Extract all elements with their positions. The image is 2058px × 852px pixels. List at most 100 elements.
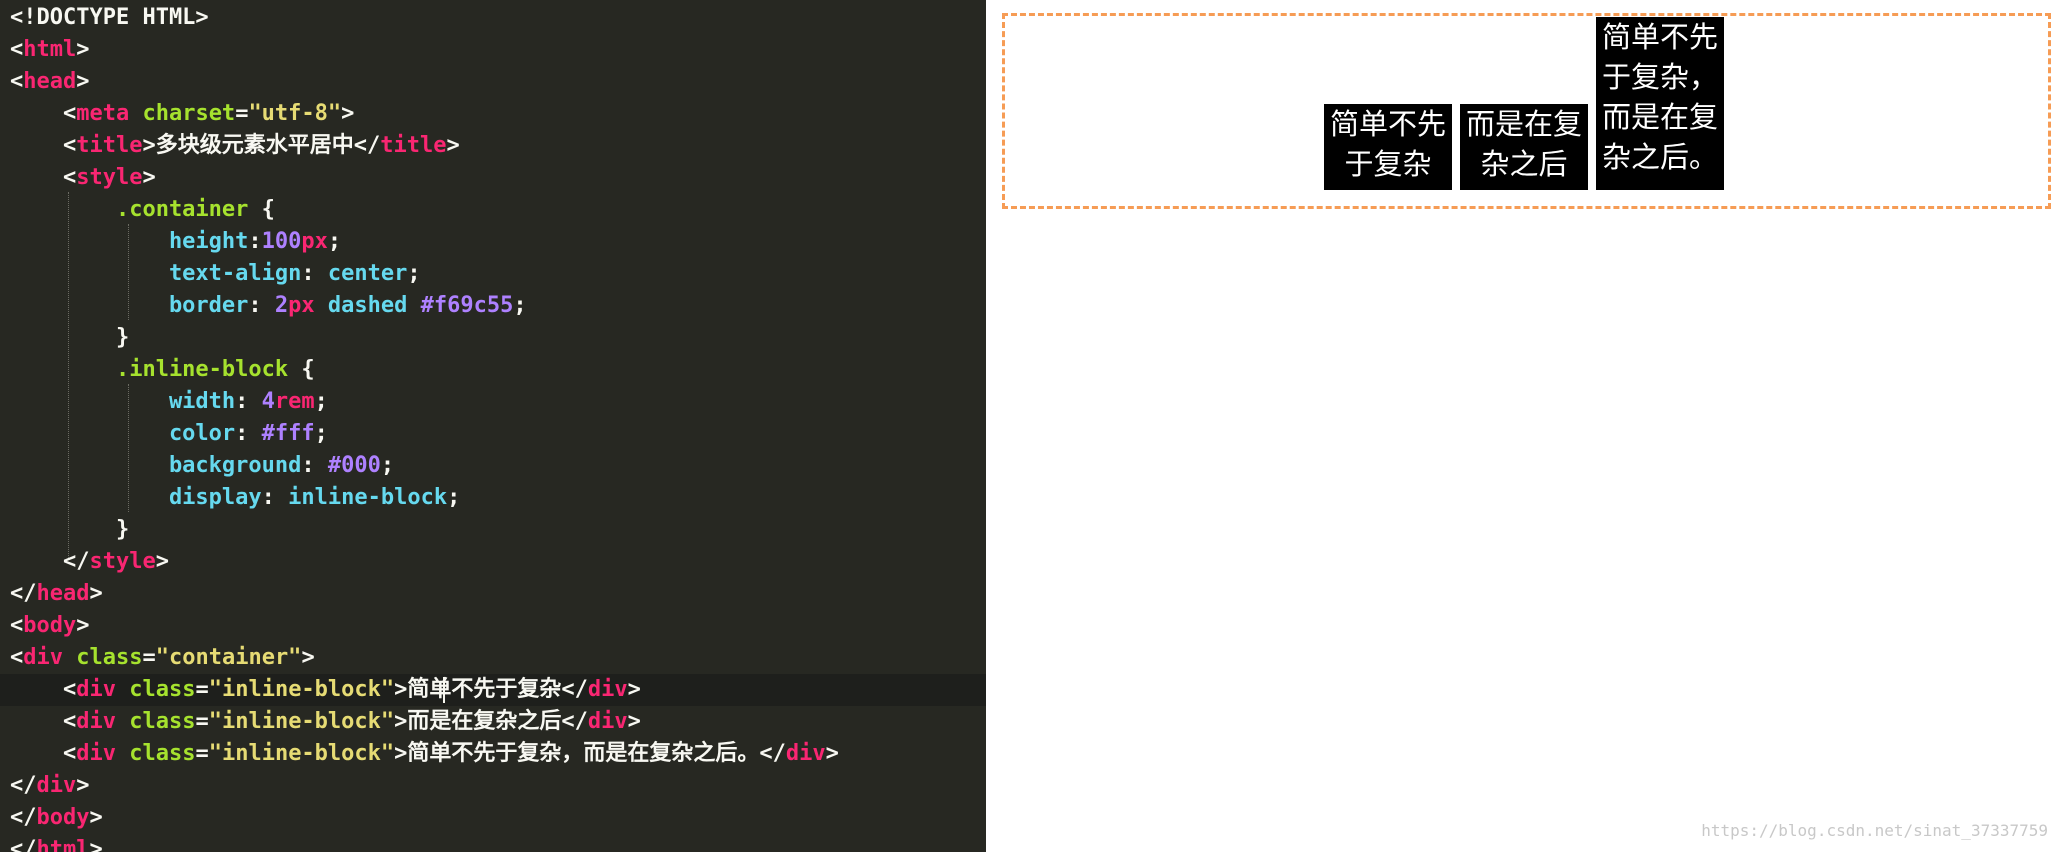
code-line[interactable]: <title>多块级元素水平居中</title>: [0, 130, 460, 162]
code-token: "inline-block": [208, 677, 395, 702]
code-token: border: [10, 293, 249, 318]
code-token: .inline-block: [10, 357, 302, 382]
code-token: div: [23, 645, 63, 670]
code-token: height: [10, 229, 249, 254]
code-token: </: [10, 549, 90, 574]
code-token: <: [10, 37, 24, 62]
code-token: title: [380, 133, 447, 158]
code-token: title: [76, 133, 143, 158]
code-line[interactable]: <style>: [0, 162, 156, 194]
code-line[interactable]: </head>: [0, 578, 103, 610]
code-line[interactable]: border: 2px dashed #f69c55;: [0, 290, 527, 322]
code-line[interactable]: <div class="inline-block">简单不先于复杂，而是在复杂之…: [0, 738, 839, 770]
code-token: >: [76, 69, 90, 94]
inline-block-3: 简单不先于复杂，而是在复杂之后。: [1596, 17, 1724, 190]
code-token: >: [76, 613, 90, 638]
code-line[interactable]: <meta charset="utf-8">: [0, 98, 354, 130]
code-token: "inline-block": [208, 741, 395, 766]
code-line[interactable]: .inline-block {: [0, 354, 315, 386]
code-line[interactable]: <!DOCTYPE HTML>: [0, 2, 209, 34]
code-token: ;: [314, 421, 328, 446]
code-token: :: [235, 389, 262, 414]
code-token: class: [115, 741, 196, 766]
code-token: </: [10, 805, 37, 830]
code-token: charset: [129, 101, 236, 126]
code-token: >: [446, 133, 460, 158]
code-token: head: [36, 581, 90, 606]
code-token: {: [301, 357, 315, 382]
code-line[interactable]: display: inline-block;: [0, 482, 460, 514]
code-token: >: [825, 741, 839, 766]
code-token: <: [10, 677, 77, 702]
code-line[interactable]: width: 4rem;: [0, 386, 328, 418]
code-token: </: [10, 837, 37, 852]
code-token: >简单不先于复杂</: [394, 677, 588, 702]
code-token: :: [248, 229, 262, 254]
code-line[interactable]: }: [0, 322, 129, 354]
code-token: :: [301, 261, 328, 286]
code-token: meta: [76, 101, 130, 126]
code-token: >多块级元素水平居中</: [142, 133, 381, 158]
code-token: >: [89, 837, 103, 852]
code-token: div: [36, 773, 77, 798]
code-token: <: [10, 101, 77, 126]
code-token: {: [261, 197, 275, 222]
code-token: display: [10, 485, 262, 510]
browser-preview: 简单不先于复杂 而是在复杂之后 简单不先于复杂，而是在复杂之后。 https:/…: [986, 0, 2058, 852]
code-line[interactable]: </html>: [0, 834, 103, 852]
code-token: =: [195, 709, 209, 734]
code-token: #f69c55: [420, 293, 514, 318]
code-line[interactable]: .container {: [0, 194, 275, 226]
code-token: >而是在复杂之后</: [394, 709, 588, 734]
code-token: body: [23, 613, 77, 638]
code-token: =: [195, 741, 209, 766]
code-line[interactable]: </div>: [0, 770, 90, 802]
code-token: rem: [274, 389, 315, 414]
code-token: "inline-block": [208, 709, 395, 734]
code-editor[interactable]: <!DOCTYPE HTML> <html> <head> <meta charse…: [0, 0, 986, 852]
code-token: px: [288, 293, 315, 318]
code-token: ;: [327, 229, 342, 254]
code-token: #fff: [261, 421, 315, 446]
code-token: div: [587, 709, 628, 734]
code-token: "utf-8": [248, 101, 342, 126]
code-token: html: [23, 37, 77, 62]
code-line[interactable]: </body>: [0, 802, 103, 834]
code-line[interactable]: <html>: [0, 34, 89, 66]
code-token: >: [76, 37, 90, 62]
code-token: class: [63, 645, 143, 670]
code-token: ;: [380, 453, 395, 478]
code-token: dashed: [314, 293, 421, 318]
code-token: :: [301, 453, 328, 478]
text-cursor: [443, 677, 445, 703]
code-line[interactable]: </style>: [0, 546, 169, 578]
code-line[interactable]: }: [0, 514, 129, 546]
code-token: div: [785, 741, 826, 766]
code-token: >: [155, 549, 169, 574]
code-token: head: [23, 69, 77, 94]
code-token: div: [76, 709, 116, 734]
code-line[interactable]: <body>: [0, 610, 89, 642]
code-line[interactable]: <div class="inline-block">简单不先于复杂</div>: [0, 674, 986, 706]
code-token: 4: [261, 389, 275, 414]
code-line[interactable]: text-align: center;: [0, 258, 421, 290]
code-token: >: [627, 677, 641, 702]
code-token: style: [76, 165, 143, 190]
code-token: :: [261, 485, 289, 510]
code-token: </: [10, 773, 37, 798]
code-line[interactable]: <div class="inline-block">而是在复杂之后</div>: [0, 706, 641, 738]
code-token: color: [10, 421, 236, 446]
code-token: ;: [314, 389, 328, 414]
code-token: <: [10, 165, 77, 190]
code-token: :: [235, 421, 262, 446]
code-token: .container: [10, 197, 262, 222]
code-token: >: [627, 709, 641, 734]
code-token: }: [10, 325, 130, 350]
code-token: <: [10, 613, 24, 638]
code-line[interactable]: height:100px;: [0, 226, 341, 258]
code-line[interactable]: color: #fff;: [0, 418, 328, 450]
code-line[interactable]: background: #000;: [0, 450, 394, 482]
code-line[interactable]: <div class="container">: [0, 642, 315, 674]
inline-block-2: 而是在复杂之后: [1460, 104, 1588, 190]
code-line[interactable]: <head>: [0, 66, 89, 98]
